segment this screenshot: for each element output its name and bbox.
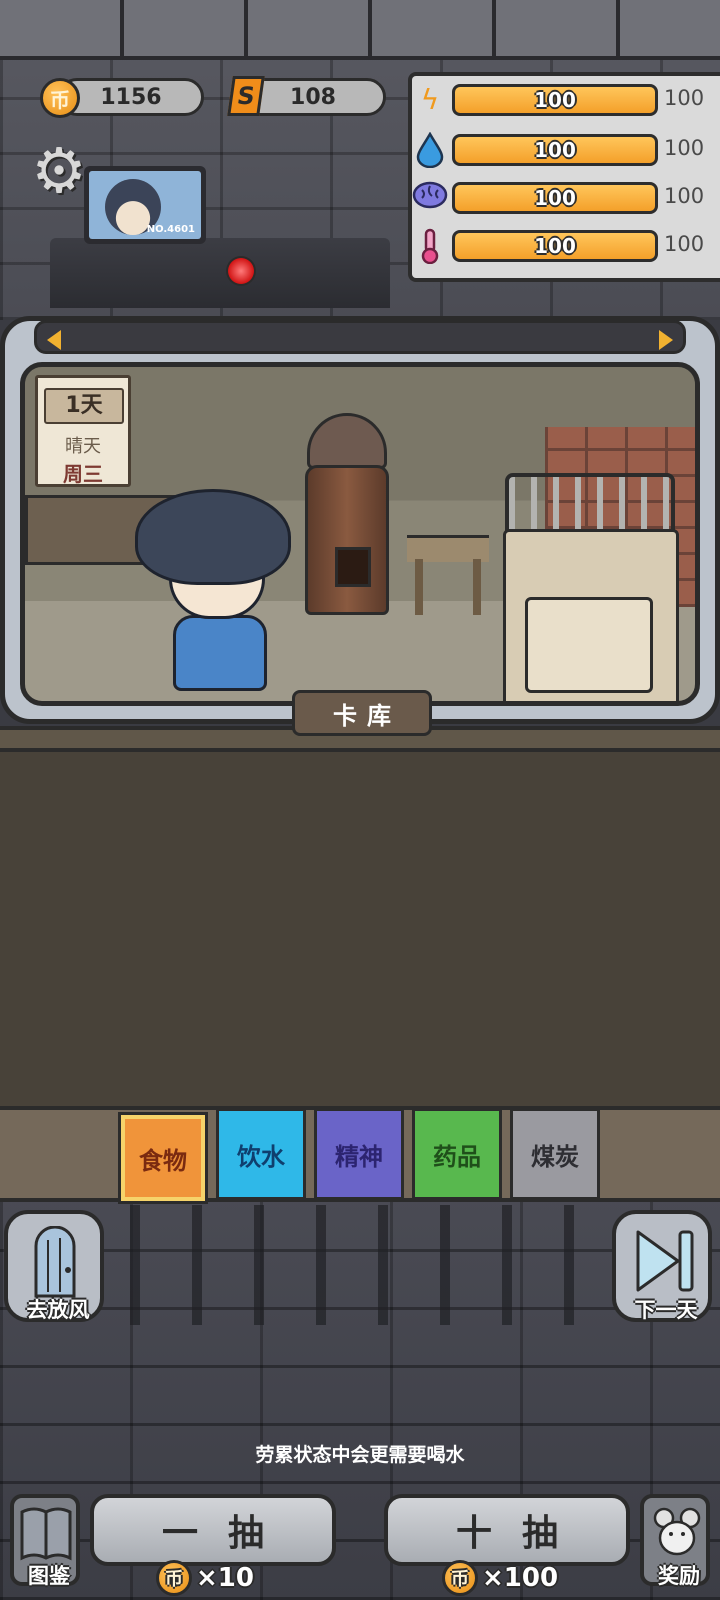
red-alarm-light [226, 256, 256, 286]
mouse-icon [653, 1507, 701, 1556]
scene-nav-bar [34, 320, 686, 354]
draw-ten-label: 十抽 [455, 1513, 588, 1554]
draw-ten-cost-value: ×100 [482, 1563, 559, 1593]
spirit-bar: 100 [452, 182, 658, 214]
book-icon [20, 1507, 72, 1561]
prisoner-uniform [173, 615, 267, 691]
coin-icon: 币 [442, 1560, 478, 1596]
calendar-day: 1天 [44, 388, 124, 424]
card-storage-label: 卡库 [292, 690, 432, 736]
draw-one-button[interactable]: 一抽 [90, 1494, 336, 1566]
stove-lid [307, 413, 387, 469]
prisoner-monitor: NO.4601 [84, 166, 206, 244]
water-max: 100 [664, 136, 705, 160]
coal-stove[interactable] [305, 465, 389, 615]
rewards-label: 奖励 [658, 1564, 700, 1588]
energy-bar: 100 [452, 84, 658, 116]
skip-forward-icon [636, 1230, 694, 1292]
tab-medicine-label: 药品 [433, 1142, 481, 1171]
floor-grate [130, 1205, 580, 1325]
hint-text: 劳累状态中会更需要喝水 [255, 1444, 465, 1466]
tab-coal[interactable]: 煤炭 [510, 1108, 600, 1200]
tab-drink[interactable]: 饮水 [216, 1108, 306, 1200]
wall-calendar: 1天 晴天 周三 [35, 375, 131, 487]
scene-next-arrow-icon[interactable] [659, 330, 673, 350]
token-count: 108 [290, 84, 336, 110]
temperature-max: 100 [664, 232, 705, 256]
go-out-label: 去放风 [26, 1298, 90, 1322]
stat-row-water: 100 100 [412, 130, 720, 170]
temperature-bar: 100 [452, 230, 658, 262]
stat-row-spirit: 100 100 [412, 178, 720, 218]
draw-one-label: 一抽 [161, 1513, 294, 1554]
monitor-screen: NO.4601 [89, 171, 201, 239]
spirit-bar-fill: 100 [455, 185, 655, 211]
stool-legs [415, 559, 481, 615]
water-bar: 100 [452, 134, 658, 166]
calendar-weekday: 周三 [63, 462, 103, 486]
energy-bar-fill: 100 [455, 87, 655, 113]
coin-count: 1156 [100, 84, 162, 110]
energy-max: 100 [664, 86, 705, 110]
catalog-button[interactable]: 图鉴 [10, 1494, 80, 1588]
draw-ten-cost: 币 ×100 [442, 1558, 558, 1598]
card-storage-board [0, 726, 720, 1106]
tab-food[interactable]: 食物 [118, 1112, 208, 1204]
go-out-button[interactable]: 去放风 [4, 1210, 104, 1322]
tab-drink-label: 饮水 [237, 1142, 285, 1171]
prisoner-hair [135, 489, 291, 585]
machinery [50, 238, 390, 308]
brain-icon [412, 180, 448, 216]
draw-one-cost-value: ×10 [196, 1563, 254, 1593]
settings-gear-icon[interactable]: ⚙ [28, 140, 90, 202]
coin-icon: 币 [40, 78, 80, 118]
thermometer-icon [412, 228, 448, 265]
tab-food-label: 食物 [139, 1146, 187, 1175]
spirit-max: 100 [664, 184, 705, 208]
door-icon [34, 1226, 76, 1298]
energy-bolt-icon: ϟ [420, 83, 440, 116]
folded-blanket [525, 597, 653, 693]
prisoner-number: NO.4601 [146, 224, 195, 235]
water-drop-icon [412, 131, 448, 169]
cell-scene: 1天 晴天 周三 [20, 362, 700, 706]
tab-coal-label: 煤炭 [531, 1142, 579, 1171]
coin-icon: 币 [156, 1560, 192, 1596]
catalog-label: 图鉴 [28, 1564, 70, 1588]
s-token-icon: S [227, 76, 265, 116]
tab-spirit[interactable]: 精神 [314, 1108, 404, 1200]
rewards-button[interactable]: 奖励 [640, 1494, 710, 1588]
temperature-bar-fill: 100 [455, 233, 655, 259]
stat-row-temperature: 100 100 [412, 226, 720, 266]
scene-prev-arrow-icon[interactable] [47, 330, 61, 350]
stove-door [335, 547, 371, 587]
tab-medicine[interactable]: 药品 [412, 1108, 502, 1200]
next-day-label: 下一天 [634, 1298, 698, 1322]
draw-ten-button[interactable]: 十抽 [384, 1494, 630, 1566]
ceiling-planks [0, 0, 720, 60]
next-day-button[interactable]: 下一天 [612, 1210, 712, 1322]
draw-one-cost: 币 ×10 [156, 1558, 254, 1598]
stat-row-energy: ϟ 100 100 [412, 80, 720, 120]
water-bar-fill: 100 [455, 137, 655, 163]
calendar-weather: 晴天 [65, 436, 101, 457]
tab-spirit-label: 精神 [335, 1142, 383, 1171]
prisoner-character[interactable] [135, 479, 295, 695]
